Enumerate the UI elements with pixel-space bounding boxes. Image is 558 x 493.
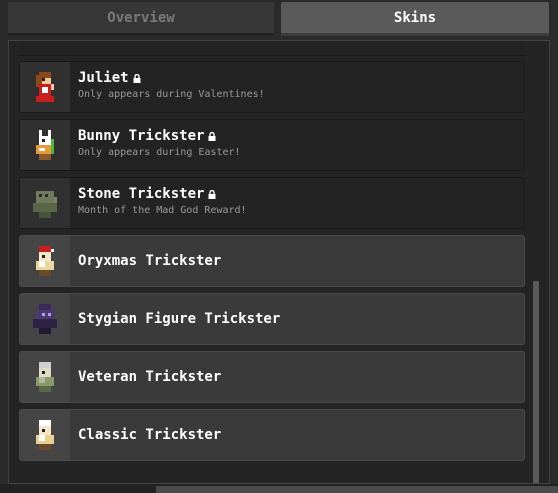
lock-icon <box>208 131 216 141</box>
stygian-sprite-icon <box>20 294 70 344</box>
skin-name: Bunny Trickster <box>78 128 216 144</box>
juliet-sprite-icon <box>20 62 70 112</box>
horizontal-scrollbar[interactable] <box>156 486 558 493</box>
skin-row-juliet[interactable]: Juliet Only appears during Valentines! <box>19 61 525 113</box>
skin-name: Stygian Figure Trickster <box>78 311 281 327</box>
skin-name: Oryxmas Trickster <box>78 253 222 269</box>
skin-name: Classic Trickster <box>78 427 222 443</box>
tab-bar: Overview Skins <box>0 0 558 42</box>
skin-description: Month of the Mad God Reward! <box>78 205 247 216</box>
veteran-sprite-icon <box>20 352 70 402</box>
stone-sprite-icon <box>20 178 70 228</box>
bunny-sprite-icon <box>20 120 70 170</box>
oryxmas-sprite-icon <box>20 236 70 286</box>
skin-row-bunny-trickster[interactable]: Bunny Trickster Only appears during East… <box>19 119 525 171</box>
skin-row-veteran-trickster[interactable]: Veteran Trickster <box>19 351 525 403</box>
skins-panel: Juliet Only appears during Valentines! B… <box>8 40 550 484</box>
tab-skins[interactable]: Skins <box>281 2 549 36</box>
skin-name: Veteran Trickster <box>78 369 222 385</box>
lock-icon <box>208 189 216 199</box>
classic-sprite-icon <box>20 410 70 460</box>
skin-row-classic-trickster[interactable]: Classic Trickster <box>19 409 525 461</box>
list-item-partial <box>19 41 525 56</box>
tab-overview[interactable]: Overview <box>8 2 274 36</box>
skin-description: Only appears during Valentines! <box>78 89 265 100</box>
lock-icon <box>133 73 141 83</box>
skin-name: Juliet <box>78 70 141 86</box>
skin-row-oryxmas-trickster[interactable]: Oryxmas Trickster <box>19 235 525 287</box>
skin-description: Only appears during Easter! <box>78 147 241 158</box>
skins-list[interactable]: Juliet Only appears during Valentines! B… <box>9 41 549 483</box>
vertical-scrollbar[interactable] <box>533 281 539 483</box>
skin-name: Stone Trickster <box>78 186 216 202</box>
skin-row-stone-trickster[interactable]: Stone Trickster Month of the Mad God Rew… <box>19 177 525 229</box>
skin-row-stygian-figure-trickster[interactable]: Stygian Figure Trickster <box>19 293 525 345</box>
